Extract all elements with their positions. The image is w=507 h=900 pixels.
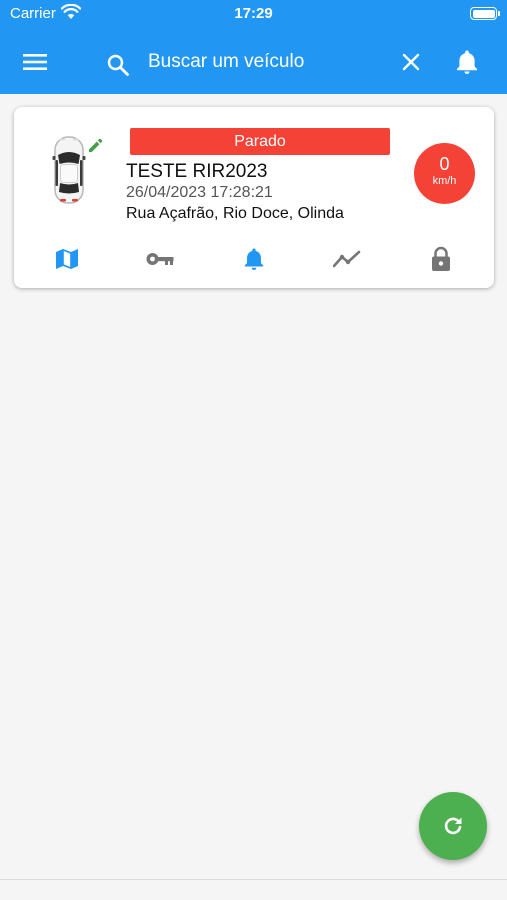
speed-unit: km/h (432, 175, 457, 187)
refresh-button[interactable] (419, 792, 487, 860)
history-button[interactable] (327, 243, 367, 275)
bottom-divider (0, 879, 507, 880)
search-button[interactable] (94, 41, 142, 89)
vehicle-address: Rua Açafrão, Rio Doce, Olinda (126, 205, 344, 222)
map-icon (56, 249, 78, 269)
speed-indicator: 0 km/h (414, 143, 475, 204)
key-button[interactable] (140, 243, 180, 275)
last-update-time: 26/04/2023 17:28:21 (126, 184, 273, 201)
lock-icon (432, 246, 450, 271)
vehicle-actions (14, 243, 494, 275)
speed-value: 0 (439, 154, 450, 174)
bell-icon (244, 248, 264, 270)
key-icon (146, 253, 174, 265)
trend-icon (333, 250, 361, 268)
status-bar: Carrier 17:29 (0, 0, 507, 28)
status-badge: Parado (130, 128, 390, 155)
battery-icon (470, 7, 500, 20)
map-button[interactable] (47, 243, 87, 275)
menu-button[interactable] (11, 38, 59, 86)
toolbar: Buscar um veículo (0, 38, 507, 86)
lock-button[interactable] (421, 243, 461, 275)
vehicle-card[interactable]: Parado TESTE RIR2023 26/04/2023 17:28:21… (14, 107, 494, 288)
notifications-button[interactable] (443, 38, 491, 86)
close-icon (402, 53, 420, 71)
clock: 17:29 (234, 5, 273, 22)
refresh-icon (444, 817, 462, 835)
alerts-button[interactable] (234, 243, 274, 275)
vehicle-name: TESTE RIR2023 (126, 161, 268, 182)
clear-search-button[interactable] (387, 38, 435, 86)
car-icon (52, 136, 86, 204)
bell-icon (457, 50, 477, 74)
search-input[interactable]: Buscar um veículo (148, 51, 304, 73)
app-bar: Carrier 17:29 Buscar um veículo (0, 0, 507, 94)
hamburger-icon (23, 54, 47, 70)
search-icon (107, 54, 129, 76)
edit-icon[interactable] (88, 138, 103, 153)
